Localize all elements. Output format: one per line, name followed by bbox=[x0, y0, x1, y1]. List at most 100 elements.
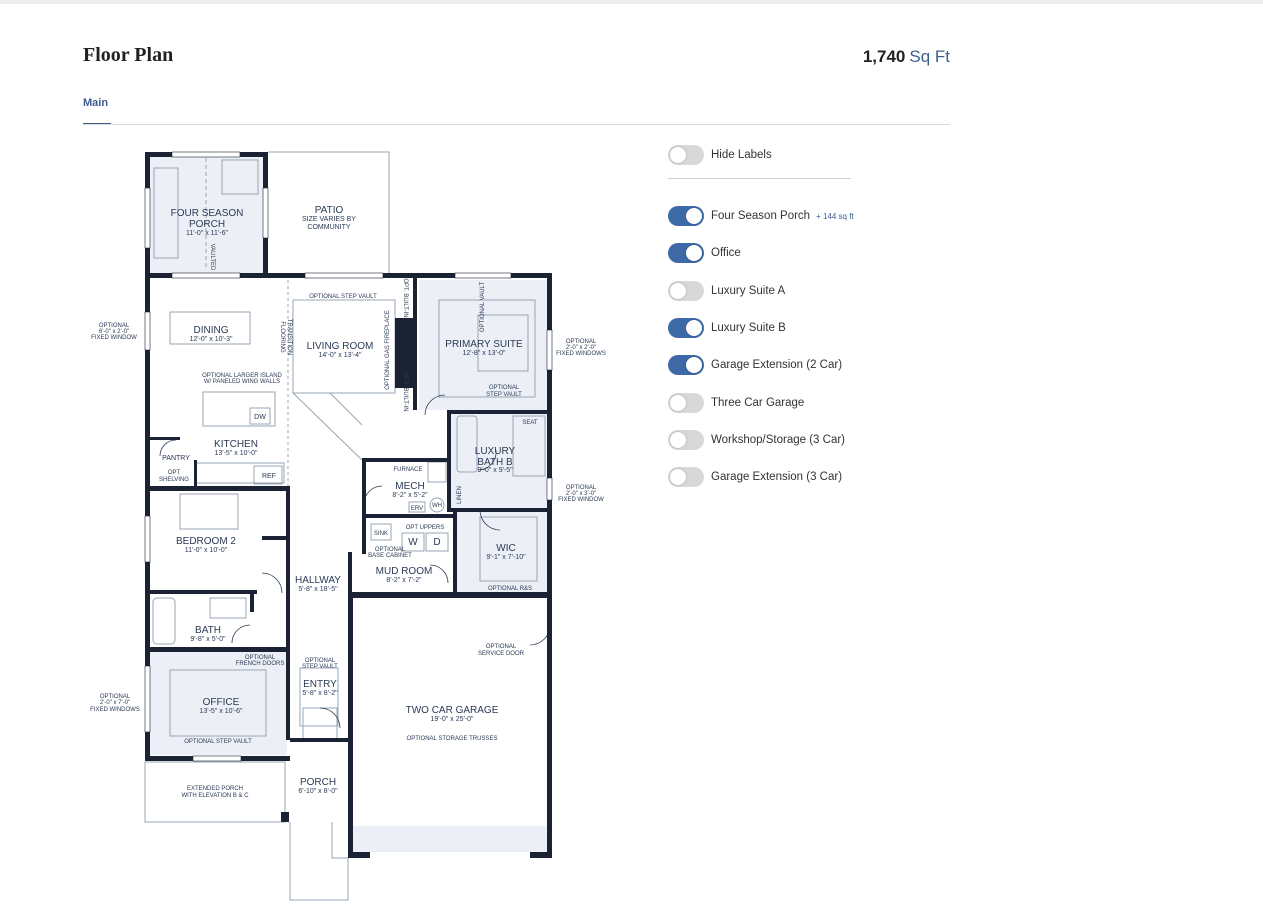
wall-garage-front-r bbox=[530, 852, 552, 858]
wall-mech-top bbox=[362, 458, 451, 462]
pantry-note-2: SHELVING bbox=[159, 477, 189, 483]
option-item[interactable]: Garage Extension (3 Car) bbox=[668, 467, 842, 487]
option-item[interactable]: Four Season Porch + 144 sq ft bbox=[668, 206, 854, 226]
option-toggle[interactable] bbox=[668, 355, 704, 375]
wic-dim: 9'-1" x 7'-10" bbox=[486, 554, 526, 561]
office-step-vault-note: OPTIONAL STEP VAULT bbox=[184, 739, 252, 745]
wall-bath-bottom bbox=[447, 508, 552, 512]
option-toggle[interactable] bbox=[668, 281, 704, 301]
vanity bbox=[209, 597, 247, 619]
living-label: LIVING ROOM bbox=[307, 341, 374, 352]
patio-note-2: COMMUNITY bbox=[307, 224, 350, 231]
entry-vault bbox=[299, 667, 339, 727]
window-note-left-1c: FIXED WINDOW bbox=[91, 335, 137, 341]
window-note-right-2c: FIXED WINDOW bbox=[558, 497, 604, 503]
bathtub bbox=[152, 597, 176, 645]
diagonal-wall-guide bbox=[292, 392, 363, 461]
toggle-knob bbox=[670, 147, 686, 163]
diagonal-wall-guide-2 bbox=[329, 392, 363, 426]
luxury-bath-label: LUXURY bbox=[475, 446, 516, 457]
option-toggle[interactable] bbox=[668, 318, 704, 338]
front-porch-outline bbox=[289, 822, 349, 901]
kitchen-dim: 13'-5" x 10'-0" bbox=[214, 450, 258, 457]
option-item[interactable]: Garage Extension (2 Car) bbox=[668, 355, 842, 375]
dining-dim: 12'-0" x 10'-3" bbox=[189, 336, 233, 343]
pantry-note: OPT bbox=[168, 470, 181, 476]
wall-bed2-bottom bbox=[145, 590, 257, 594]
wall-primary-left bbox=[413, 278, 417, 410]
option-item[interactable]: Luxury Suite A bbox=[668, 281, 785, 301]
option-toggle[interactable] bbox=[668, 393, 704, 413]
wall-pantry bbox=[150, 437, 180, 440]
living-step-vault-note: OPTIONAL STEP VAULT bbox=[309, 294, 377, 300]
extended-porch-note-2: WITH ELEVATION B & C bbox=[181, 793, 249, 799]
linen-note: LINEN bbox=[457, 486, 463, 504]
option-toggle[interactable] bbox=[668, 243, 704, 263]
wall-wic-left bbox=[453, 512, 457, 592]
bed2-bed bbox=[179, 493, 239, 530]
hallway-label: HALLWAY bbox=[295, 575, 341, 586]
option-hide-labels[interactable]: Hide Labels bbox=[668, 145, 772, 165]
built-in-note: OPT. BUILT-IN bbox=[402, 278, 408, 317]
porch-label: PORCH bbox=[300, 777, 336, 788]
window-bath-right bbox=[546, 477, 553, 501]
primary-step-vault-note-2: STEP VAULT bbox=[486, 392, 522, 398]
option-item[interactable]: Workshop/Storage (3 Car) bbox=[668, 430, 845, 450]
wall-mech-bottom bbox=[362, 514, 455, 518]
window-rear-porch bbox=[171, 272, 241, 279]
option-label: Garage Extension (2 Car) bbox=[711, 359, 843, 371]
sink-note: SINK bbox=[374, 531, 388, 537]
wall-primary-bottom bbox=[447, 410, 552, 414]
dryer-note: D bbox=[433, 537, 440, 548]
hide-labels-toggle[interactable] bbox=[668, 145, 704, 165]
bedroom2-dim: 11'-0" x 10'-0" bbox=[185, 547, 228, 554]
window-office-left bbox=[144, 665, 151, 733]
option-toggle[interactable] bbox=[668, 467, 704, 487]
service-door-note: OPTIONAL bbox=[486, 644, 517, 650]
toggle-knob bbox=[670, 469, 686, 485]
kitchen-label: KITCHEN bbox=[214, 439, 258, 450]
option-toggle[interactable] bbox=[668, 206, 704, 226]
bedroom2-label: BEDROOM 2 bbox=[176, 536, 236, 547]
option-label: Office bbox=[711, 247, 741, 259]
wall-garage-left bbox=[348, 598, 353, 858]
entry-dim: 5'-8" x 8'-2" bbox=[302, 690, 338, 697]
window-dining bbox=[144, 311, 151, 351]
toggle-knob bbox=[670, 432, 686, 448]
wall-garage-front-l bbox=[348, 852, 370, 858]
wh-note: WH bbox=[432, 503, 442, 509]
opt-uppers-note: OPT UPPERS bbox=[406, 525, 445, 531]
toggle-knob bbox=[686, 208, 702, 224]
wall-pantry-right bbox=[194, 460, 197, 488]
option-label: Luxury Suite A bbox=[711, 285, 786, 297]
window-porch-left bbox=[144, 187, 151, 249]
island-note-2: W/ PANELED WING WALLS bbox=[204, 379, 280, 385]
pantry-label: PANTRY bbox=[162, 455, 190, 462]
option-toggle[interactable] bbox=[668, 430, 704, 450]
living-dim: 14'-0" x 13'-4" bbox=[318, 352, 362, 359]
opt-vault-note: OPTIONAL VAULT bbox=[480, 282, 486, 333]
window-living bbox=[304, 272, 384, 279]
wall-kitchen-bottom bbox=[145, 486, 290, 491]
window-office-bottom bbox=[192, 755, 242, 762]
wall-mud-left bbox=[362, 518, 366, 554]
seat-note: SEAT bbox=[522, 420, 538, 426]
floor-plan: FOUR SEASON PORCH 11'-0" x 11'-6" PATIO … bbox=[90, 151, 606, 901]
option-label: Workshop/Storage (3 Car) bbox=[711, 434, 846, 446]
four-season-porch-label: FOUR SEASON bbox=[171, 208, 244, 219]
option-item[interactable]: Luxury Suite B bbox=[668, 318, 786, 338]
garage-label: TWO CAR GARAGE bbox=[406, 705, 499, 716]
option-item[interactable]: Three Car Garage bbox=[668, 393, 804, 413]
window-bed2 bbox=[144, 515, 151, 563]
primary-suite-dim: 12'-8" x 13'-0" bbox=[462, 350, 506, 357]
mech-box bbox=[427, 461, 447, 483]
flooring-note-2: TRANSITION bbox=[286, 319, 292, 355]
service-door-note-2: SERVICE DOOR bbox=[478, 651, 525, 657]
mudroom-dim: 8'-2" x 7'-2" bbox=[386, 577, 422, 584]
options-divider bbox=[668, 178, 851, 179]
wall-hall-left bbox=[286, 486, 290, 740]
base-cabinet-note-2: BASE CABINET bbox=[368, 553, 412, 559]
option-item[interactable]: Office bbox=[668, 243, 741, 263]
extended-porch-outline bbox=[144, 761, 286, 823]
mudroom-label: MUD ROOM bbox=[376, 566, 433, 577]
